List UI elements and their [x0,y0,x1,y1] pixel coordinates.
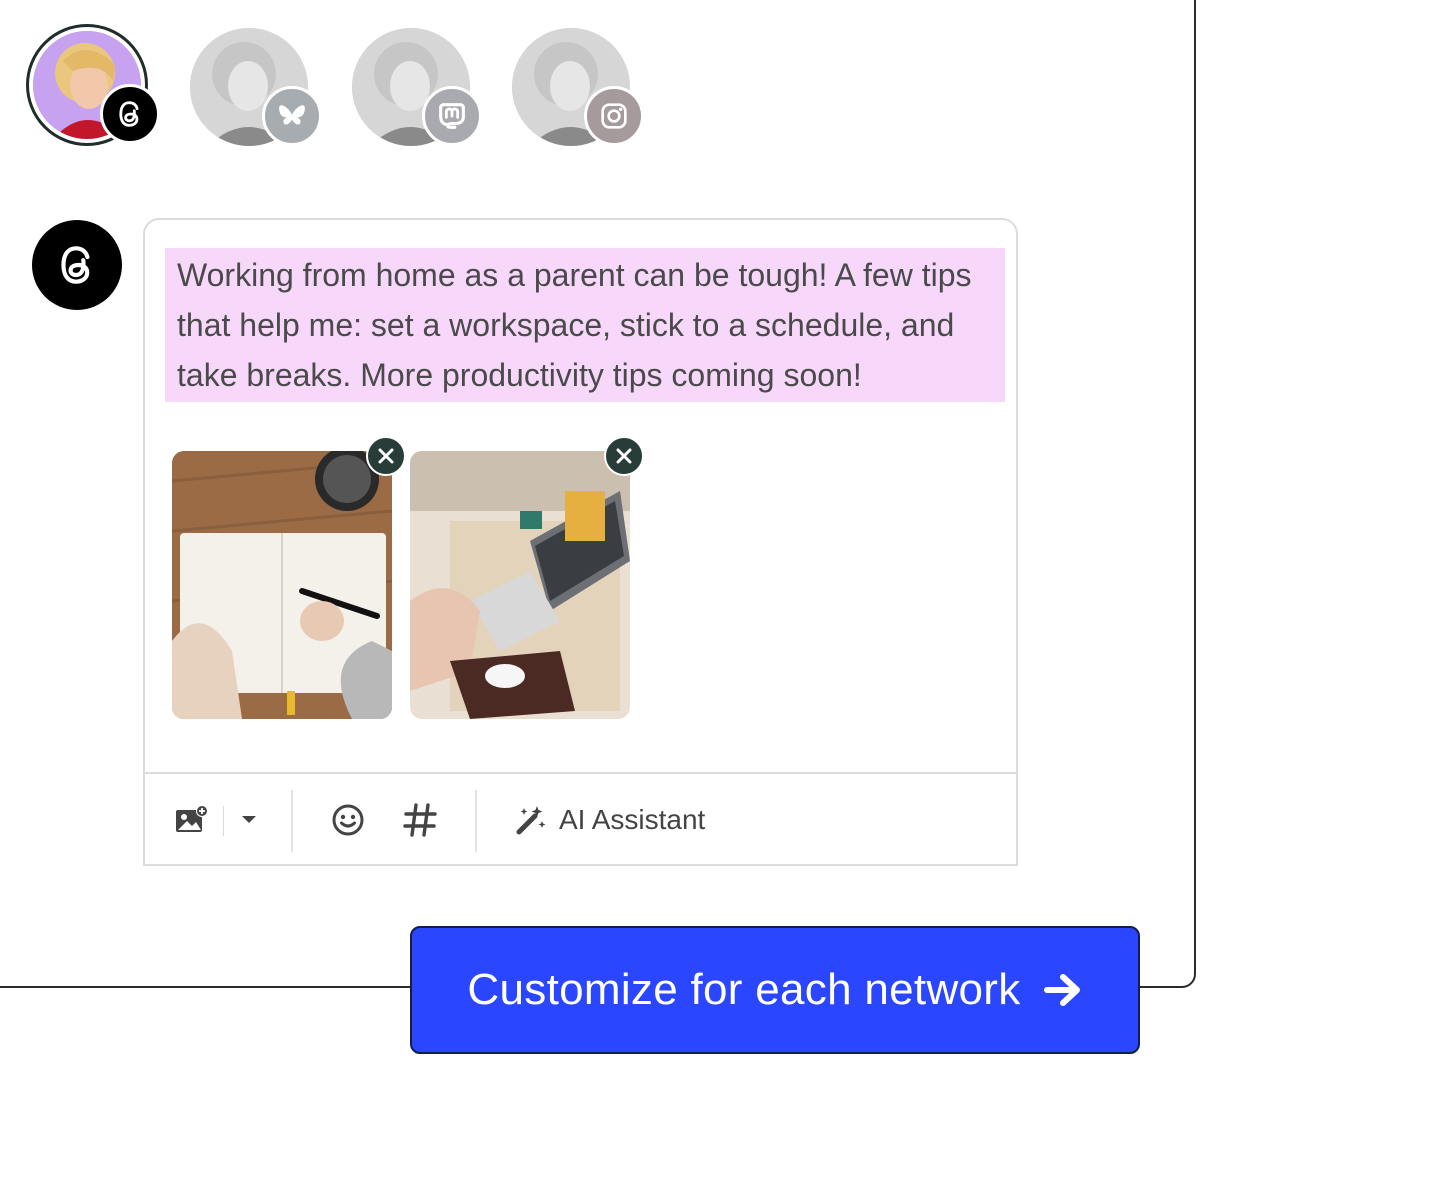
bluesky-badge [262,86,322,146]
network-threads-icon [32,220,122,310]
toolbar-divider [291,790,293,852]
toolbar-divider [475,790,477,852]
magic-wand-icon [516,806,546,835]
close-icon [616,448,632,464]
butterfly-icon [279,105,305,125]
arrow-right-icon [1043,973,1083,1007]
threads-icon [61,246,90,284]
threads-icon [119,101,139,127]
caret-down-icon [242,816,256,823]
notebook-photo [172,451,392,719]
laptop-desk-photo [410,451,630,719]
instagram-icon [601,103,627,129]
hashtag-icon [403,803,437,837]
add-media-button[interactable] [167,774,217,866]
remove-attachment-1-button[interactable] [366,436,406,476]
post-text[interactable]: Working from home as a parent can be tou… [165,248,1005,402]
media-dropdown-button[interactable] [231,774,267,866]
emoji-button[interactable] [325,774,371,866]
mastodon-icon [439,103,465,129]
remove-attachment-2-button[interactable] [604,436,644,476]
hashtag-button[interactable] [397,774,443,866]
ai-assistant-button[interactable]: AI Assistant [515,774,715,866]
post-composer: Working from home as a parent can be tou… [143,218,1018,866]
attachment-notebook-photo[interactable] [172,451,392,719]
add-image-icon [176,805,208,832]
toolbar-divider [223,806,224,836]
cta-label: Customize for each network [467,965,1021,1014]
attachment-laptop-desk-photo[interactable] [410,451,630,719]
composer-toolbar: AI Assistant [145,772,1016,866]
smiley-icon [332,804,364,836]
ai-assistant-label: AI Assistant [559,804,706,835]
close-icon [378,448,394,464]
mastodon-badge [422,86,482,146]
customize-per-network-button[interactable]: Customize for each network [410,926,1140,1054]
threads-badge [100,84,160,144]
instagram-badge [584,86,644,146]
